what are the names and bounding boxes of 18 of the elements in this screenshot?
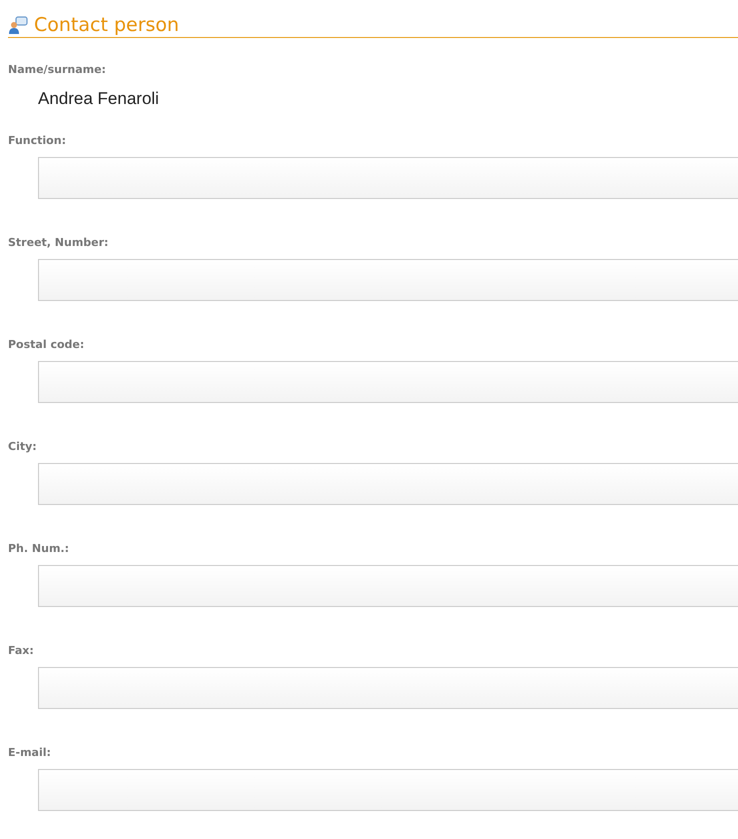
- field-label: Ph. Num.:: [8, 542, 70, 556]
- field-label: Fax:: [8, 644, 35, 658]
- field-label: Street, Number:: [8, 236, 110, 250]
- contact-person-icon: [8, 16, 28, 34]
- field-label: Function:: [8, 134, 67, 148]
- name-value: Andrea Fenaroli: [38, 89, 160, 109]
- input-field[interactable]: [38, 769, 738, 811]
- field-label: E-mail:: [8, 746, 52, 760]
- input-field[interactable]: [38, 259, 738, 301]
- input-field[interactable]: [38, 361, 738, 403]
- field-label: Postal code:: [8, 338, 86, 352]
- field-label: Name/surname:: [8, 63, 107, 77]
- field-label: City:: [8, 440, 38, 454]
- input-field[interactable]: [38, 157, 738, 199]
- section-title: Contact person: [34, 14, 180, 36]
- input-field[interactable]: [38, 667, 738, 709]
- input-field[interactable]: [38, 565, 738, 607]
- input-field[interactable]: [38, 463, 738, 505]
